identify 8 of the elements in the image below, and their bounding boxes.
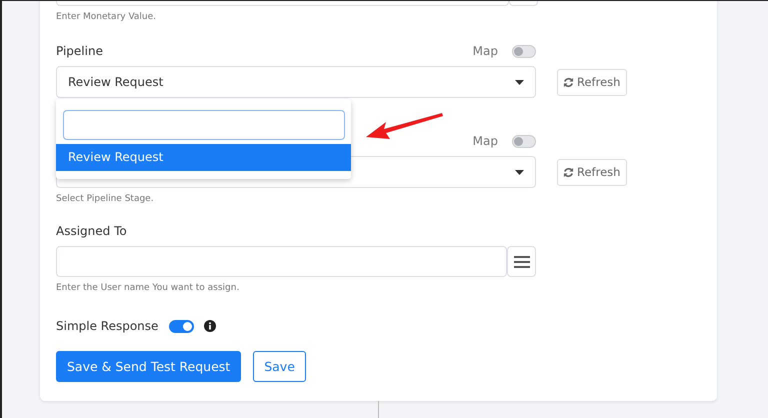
hint-text: Enter Monetary Value.	[56, 12, 158, 22]
field-label: Pipeline	[56, 44, 104, 58]
map-label: Map	[472, 44, 498, 58]
map-label: Map	[472, 134, 498, 148]
field-label: Simple Response	[56, 319, 158, 333]
field-label: Assigned To	[56, 224, 128, 238]
hint-text: Select Pipeline Stage.	[56, 194, 155, 204]
hint-text: Enter the User name You want to assign.	[56, 283, 240, 293]
